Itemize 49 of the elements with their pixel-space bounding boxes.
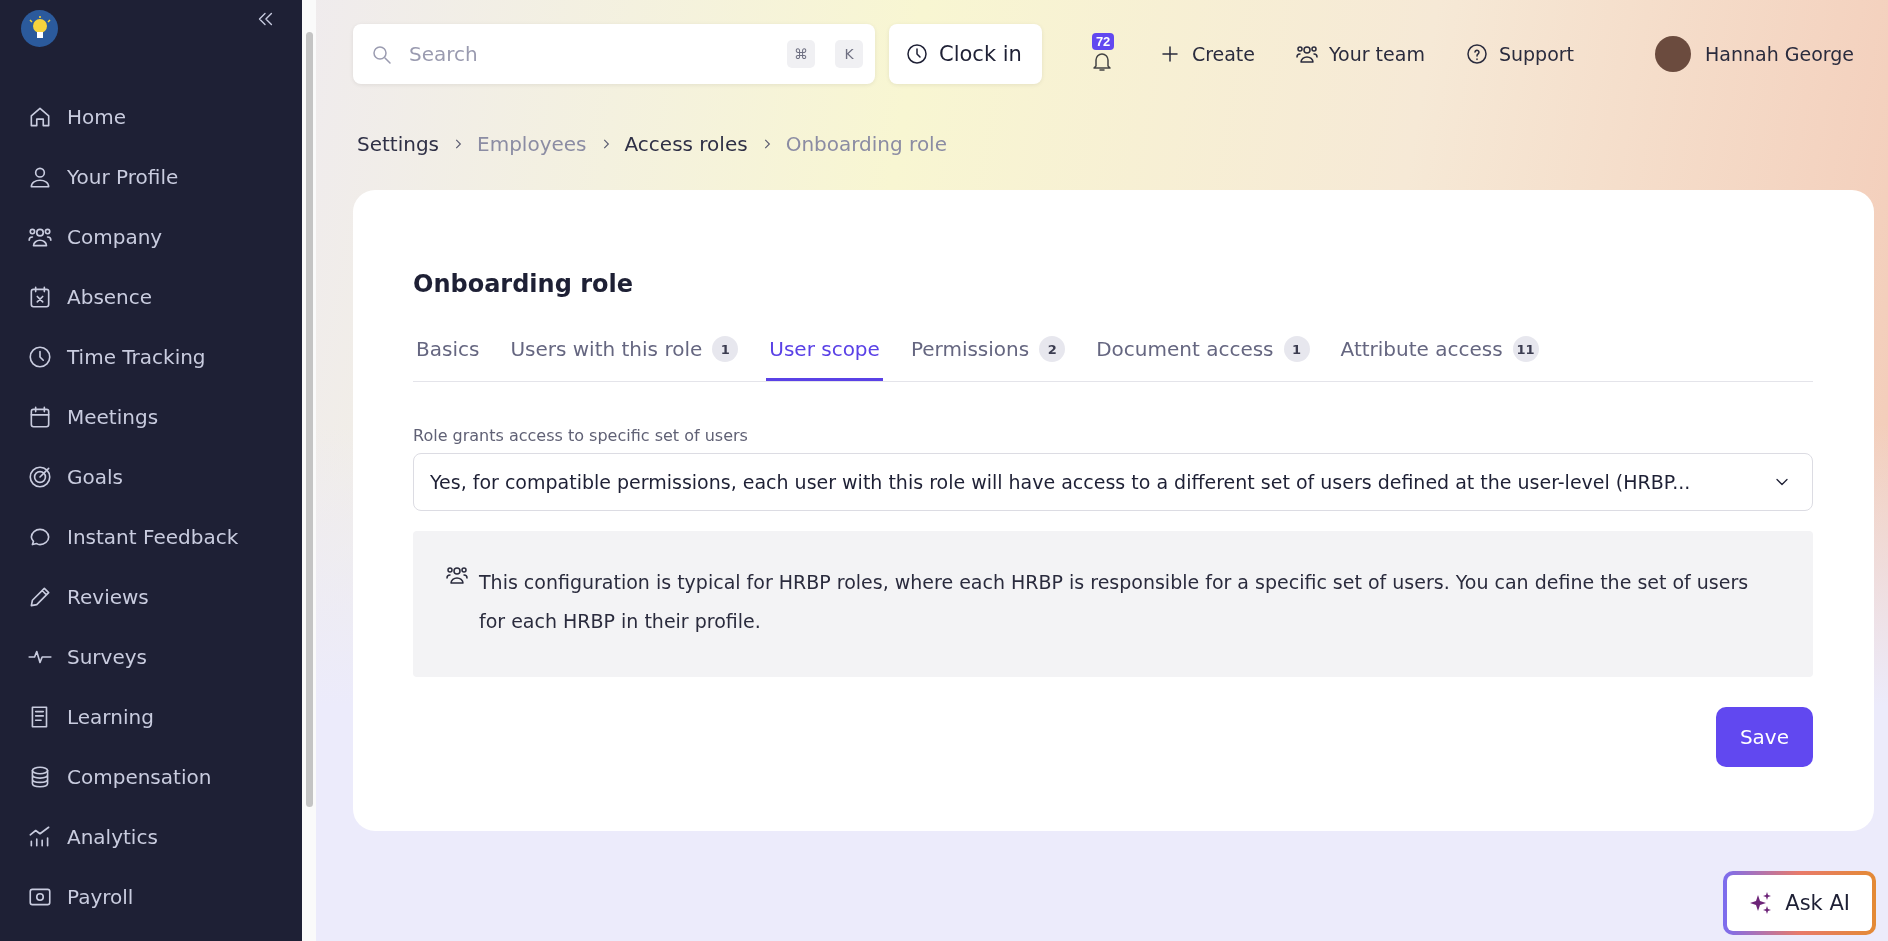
sidebar-item[interactable]: Home [0,97,302,137]
sidebar-item[interactable]: Absence [0,277,302,317]
breadcrumb-link[interactable]: Access roles [624,132,748,156]
shortcut-key: ⌘ [787,40,815,68]
tab[interactable]: Basics [413,326,483,381]
breadcrumb-link[interactable]: Settings [357,132,440,156]
sidebar-item[interactable]: Payroll [0,877,302,917]
tab[interactable]: User scope [766,326,883,381]
top-bar-link[interactable]: Your team [1295,42,1425,66]
count-badge: 1 [712,336,739,362]
count-badge: 11 [1512,336,1539,362]
clock-icon [905,42,929,66]
top-bar-link[interactable]: Support [1464,42,1574,66]
sidebar-item[interactable]: Analytics [0,817,302,857]
sidebar-item[interactable]: Compensation [0,757,302,797]
search-bar[interactable]: Search ⌘ K [353,24,875,84]
card-title: Onboarding role [413,270,635,298]
sidebar-item[interactable]: Meetings [0,397,302,437]
sidebar-item[interactable]: Goals [0,457,302,497]
sidebar-item[interactable]: Time Tracking [0,337,302,377]
notification-count: 72 [1091,33,1115,50]
field-label: Role grants access to specific set of users [413,426,749,445]
lightbulb-logo[interactable] [21,10,58,47]
count-badge: 2 [1039,336,1066,362]
sidebar-item[interactable]: Your Profile [0,157,302,197]
tab[interactable]: Document access 1 [1093,326,1313,381]
sidebar-item[interactable]: Learning [0,697,302,737]
clock-icon [27,344,53,370]
tab[interactable]: Attribute access 11 [1337,326,1542,381]
sidebar-item[interactable]: Surveys [0,637,302,677]
shortcut-key: K [835,40,863,68]
help-icon [1464,42,1489,66]
save-button[interactable]: Save [1715,707,1813,767]
target-icon [27,464,53,490]
search-input[interactable]: Search [407,41,767,67]
notifications-button[interactable]: 72 [1085,33,1118,75]
count-badge: 1 [1283,336,1310,362]
tab[interactable]: Permissions 2 [907,326,1069,381]
sidebar-item[interactable]: Reviews [0,577,302,617]
info-text: This configuration is typical for HRBP roles, where each HRBP is responsible for a specific set of users. You can define the set of users for each HRBP in their profile. [479,570,1750,634]
top-bar-link[interactable]: Create [1157,42,1255,66]
sidebar-item[interactable]: Company [0,217,302,257]
clock-in-button[interactable]: Clock in [889,24,1042,84]
user-name[interactable]: Hannah George [1705,43,1854,65]
tab[interactable]: Users with this role 1 [507,326,742,381]
scrollbar-thumb[interactable] [305,32,313,807]
scope-select[interactable]: Yes, for compatible permissions, each user with this role will have access to a different set of users defined at the user-level (HRBP... [413,453,1813,511]
avatar[interactable] [1655,36,1691,72]
sidebar-item[interactable]: Instant Feedback [0,517,302,557]
